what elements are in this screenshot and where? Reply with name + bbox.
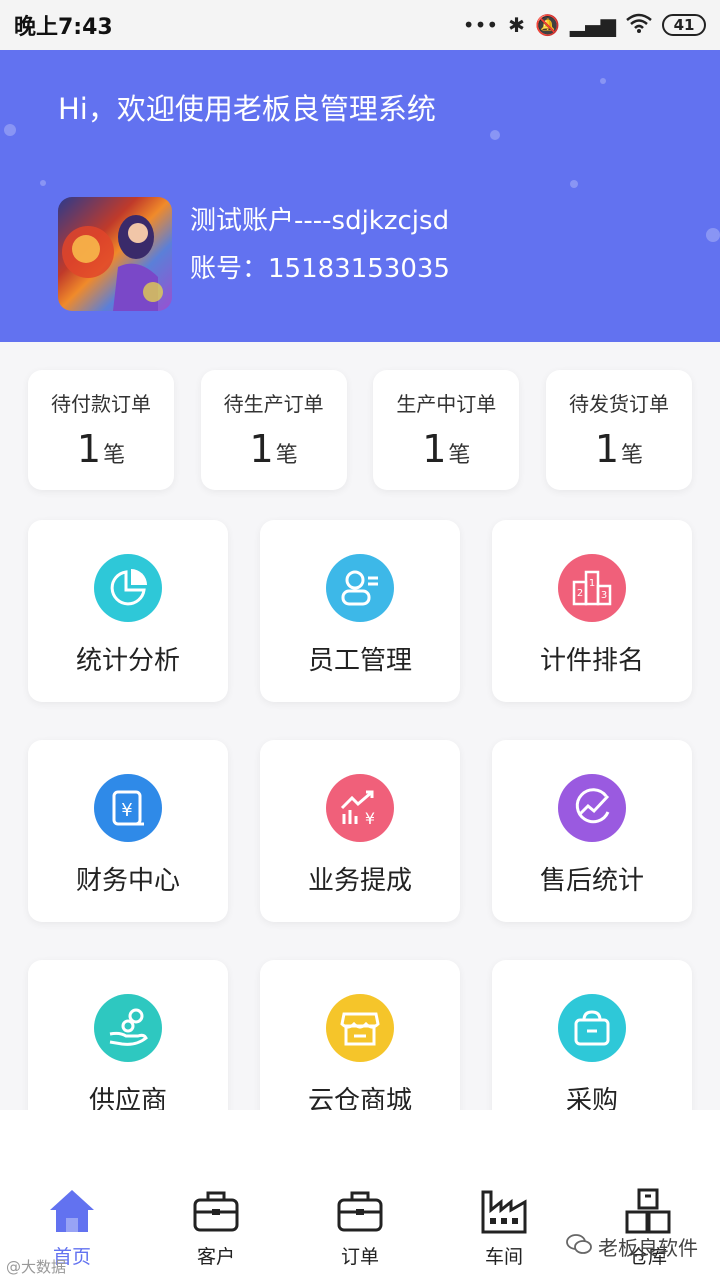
avatar[interactable] [58,197,172,311]
svg-text:¥: ¥ [121,800,132,821]
order-count: 1 [594,427,620,471]
order-summary: 待付款订单 1笔 待生产订单 1笔 生产中订单 1笔 待发货订单 1笔 [28,370,692,490]
order-unit: 笔 [103,443,126,468]
welcome-text: Hi，欢迎使用老板良管理系统 [58,92,436,126]
tab-orders[interactable]: 订单 [310,1188,410,1269]
order-label: 生产中订单 [396,392,497,416]
svg-text:3: 3 [601,590,607,601]
account-number: 账号：15183153035 [190,254,450,284]
corner-watermark: @大数据 [6,1258,67,1276]
order-card-pending-payment[interactable]: 待付款订单 1笔 [28,370,174,490]
svg-text:1: 1 [589,578,595,589]
basket-icon [558,994,626,1062]
status-icons: ••• ✱ 🔕 ▂▄▆ 41 [463,13,706,38]
finance-icon: ¥ [94,774,162,842]
order-card-in-production[interactable]: 生产中订单 1笔 [373,370,520,490]
module-label: 业务提成 [307,866,412,896]
briefcase-icon [336,1188,384,1238]
user-name: 测试账户----sdjkzcjsd [190,206,450,236]
order-count: 1 [76,427,102,471]
status-bar: 晚上7:43 ••• ✱ 🔕 ▂▄▆ 41 [0,0,720,50]
module-label: 售后统计 [539,866,644,896]
employee-icon [326,554,394,622]
module-grid: 统计分析 员工管理 123 计件排名 ¥ 财务中心 ¥ 业务提成 售后统计 供应… [28,520,692,1142]
order-count: 1 [422,427,447,471]
module-label: 计件排名 [539,646,644,676]
status-time: 晚上7:43 [14,15,113,40]
commission-icon: ¥ [326,774,394,842]
module-label: 财务中心 [75,866,180,896]
tab-workshop[interactable]: 车间 [454,1188,554,1269]
order-count: 1 [249,427,274,471]
signal-dots-icon: ••• [462,13,499,37]
wifi-icon [626,13,652,38]
order-label: 待付款订单 [51,392,151,416]
tab-label: 客户 [196,1246,235,1268]
mute-bell-icon: 🔕 [534,13,560,37]
briefcase-icon [192,1188,240,1238]
supplier-icon [94,994,162,1062]
bluetooth-icon: ✱ [508,13,525,37]
svg-text:2: 2 [577,588,583,599]
module-label: 员工管理 [307,646,412,676]
order-unit: 笔 [448,443,471,468]
watermark: 老板良软件 [566,1232,698,1261]
tab-customers[interactable]: 客户 [166,1188,266,1269]
order-card-pending-production[interactable]: 待生产订单 1笔 [200,370,347,490]
module-employees[interactable]: 员工管理 [260,520,460,702]
home-icon [48,1188,96,1238]
order-label: 待发货订单 [568,392,669,416]
tab-label: 订单 [340,1246,379,1268]
wechat-icon [566,1233,592,1260]
order-unit: 笔 [621,443,644,468]
store-icon [326,994,394,1062]
order-card-pending-shipment[interactable]: 待发货订单 1笔 [545,370,692,490]
module-statistics[interactable]: 统计分析 [28,520,228,702]
cell-signal-icon: ▂▄▆ [569,13,616,37]
watermark-text: 老板良软件 [598,1236,698,1260]
battery-indicator: 41 [662,14,706,36]
module-finance[interactable]: ¥ 财务中心 [28,740,228,922]
podium-icon: 12 3 [558,554,626,622]
trend-icon [558,774,626,842]
order-label: 待生产订单 [223,392,324,416]
module-piecework-ranking[interactable]: 12 3 计件排名 [492,520,692,702]
pie-chart-icon [94,554,162,622]
factory-icon [480,1188,528,1238]
module-label: 统计分析 [75,646,180,676]
svg-text:¥: ¥ [365,809,375,828]
module-after-sales[interactable]: 售后统计 [492,740,692,922]
header-banner: Hi，欢迎使用老板良管理系统 测试账户----sdjkzcjsd 账号：1518… [0,50,720,342]
tab-label: 车间 [484,1246,523,1268]
module-commission[interactable]: ¥ 业务提成 [260,740,460,922]
order-unit: 笔 [275,443,298,468]
boxes-icon [624,1188,672,1238]
